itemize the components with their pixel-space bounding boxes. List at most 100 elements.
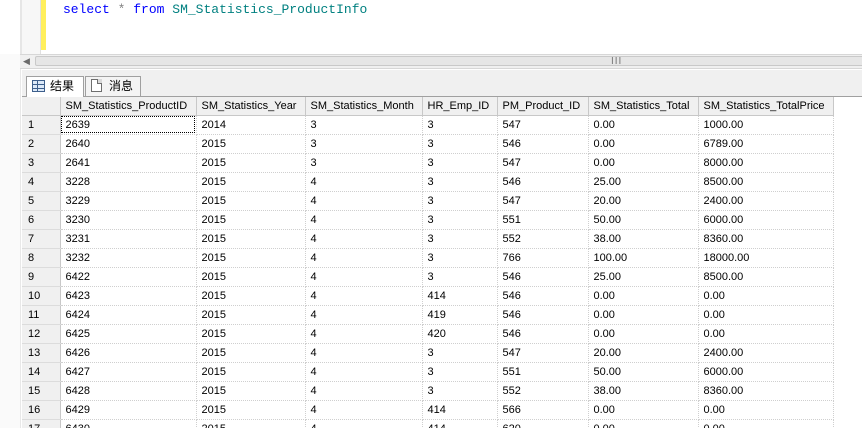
table-row[interactable]: 11 6424 2015 4 419 546 0.00 0.00 bbox=[22, 305, 834, 325]
grid-cell[interactable]: 3228 bbox=[60, 172, 197, 192]
sql-query-line[interactable]: select * from SM_Statistics_ProductInfo bbox=[63, 2, 367, 17]
grid-cell[interactable]: 2015 bbox=[196, 286, 306, 306]
grid-cell[interactable]: 0.00 bbox=[588, 400, 699, 420]
table-row[interactable]: 10 6423 2015 4 414 546 0.00 0.00 bbox=[22, 286, 834, 306]
grid-cell[interactable]: 620 bbox=[497, 419, 589, 428]
row-number[interactable]: 4 bbox=[22, 172, 61, 192]
table-row[interactable]: 176430201544146200.000.00 bbox=[22, 419, 834, 428]
grid-cell[interactable]: 6424 bbox=[60, 305, 197, 325]
row-number[interactable]: 9 bbox=[22, 267, 61, 287]
grid-cell[interactable]: 4 bbox=[305, 400, 423, 420]
grid-cell[interactable]: 547 bbox=[497, 191, 589, 211]
row-number[interactable]: 17 bbox=[22, 419, 61, 428]
grid-cell[interactable]: 2015 bbox=[196, 381, 306, 401]
grid-cell[interactable]: 551 bbox=[497, 210, 589, 230]
grid-cell[interactable]: 0.00 bbox=[588, 324, 699, 344]
grid-cell[interactable]: 414 bbox=[422, 286, 498, 306]
grid-cell[interactable]: 6789.00 bbox=[698, 134, 834, 154]
grid-cell[interactable]: 551 bbox=[497, 362, 589, 382]
row-number[interactable]: 8 bbox=[22, 248, 61, 268]
grid-cell[interactable]: 50.00 bbox=[588, 210, 699, 230]
grid-cell[interactable]: 50.00 bbox=[588, 362, 699, 382]
grid-cell[interactable]: 4 bbox=[305, 419, 423, 428]
grid-cell[interactable]: 0.00 bbox=[588, 153, 699, 173]
grid-cell[interactable]: 2014 bbox=[196, 115, 306, 135]
column-header[interactable]: SM_Statistics_TotalPrice bbox=[698, 97, 834, 116]
grid-cell[interactable]: 3 bbox=[422, 381, 498, 401]
row-number[interactable]: 6 bbox=[22, 210, 61, 230]
grid-cell[interactable]: 546 bbox=[497, 172, 589, 192]
grid-cell[interactable]: 6426 bbox=[60, 343, 197, 363]
grid-cell[interactable]: 6000.00 bbox=[698, 210, 834, 230]
grid-cell[interactable]: 0.00 bbox=[698, 400, 834, 420]
grid-cell[interactable]: 4 bbox=[305, 267, 423, 287]
grid-cell[interactable]: 0.00 bbox=[698, 305, 834, 325]
table-row[interactable]: 8 3232 2015 4 3 766 100.00 18000.00 bbox=[22, 248, 834, 268]
grid-cell[interactable]: 6427 bbox=[60, 362, 197, 382]
grid-cell[interactable]: 0.00 bbox=[588, 115, 699, 135]
row-number[interactable]: 3 bbox=[22, 153, 61, 173]
table-row[interactable]: 13 6426 2015 4 3 547 20.00 2400.00 bbox=[22, 343, 834, 363]
grid-cell[interactable]: 4 bbox=[305, 248, 423, 268]
table-row[interactable]: 12 6425 2015 4 420 546 0.00 0.00 bbox=[22, 324, 834, 344]
row-number[interactable]: 13 bbox=[22, 343, 61, 363]
grid-cell[interactable]: 2640 bbox=[60, 134, 197, 154]
row-number[interactable]: 1 bbox=[22, 115, 61, 135]
grid-cell[interactable]: 4 bbox=[305, 362, 423, 382]
grid-cell[interactable]: 8000.00 bbox=[698, 153, 834, 173]
grid-cell[interactable]: 546 bbox=[497, 134, 589, 154]
grid-cell[interactable]: 8500.00 bbox=[698, 172, 834, 192]
row-number[interactable]: 15 bbox=[22, 381, 61, 401]
grid-cell[interactable]: 4 bbox=[305, 191, 423, 211]
table-row[interactable]: 14 6427 2015 4 3 551 50.00 6000.00 bbox=[22, 362, 834, 382]
scrollbar-thumb[interactable]: III bbox=[35, 56, 862, 67]
row-number[interactable]: 2 bbox=[22, 134, 61, 154]
grid-cell[interactable]: 3 bbox=[305, 115, 423, 135]
grid-cell[interactable]: 2015 bbox=[196, 210, 306, 230]
grid-cell[interactable]: 6422 bbox=[60, 267, 197, 287]
grid-cell[interactable]: 25.00 bbox=[588, 172, 699, 192]
grid-cell[interactable]: 0.00 bbox=[698, 286, 834, 306]
column-header[interactable]: HR_Emp_ID bbox=[422, 97, 498, 116]
grid-cell[interactable]: 3231 bbox=[60, 229, 197, 249]
grid-cell[interactable]: 3 bbox=[305, 153, 423, 173]
table-row[interactable]: 3 2641 2015 3 3 547 0.00 8000.00 bbox=[22, 153, 834, 173]
grid-corner[interactable] bbox=[22, 97, 61, 116]
grid-cell[interactable]: 8360.00 bbox=[698, 229, 834, 249]
grid-cell[interactable]: 4 bbox=[305, 210, 423, 230]
grid-cell[interactable]: 2400.00 bbox=[698, 191, 834, 211]
query-editor[interactable]: select * from SM_Statistics_ProductInfo bbox=[0, 0, 862, 54]
grid-cell[interactable]: 0.00 bbox=[588, 134, 699, 154]
grid-cell[interactable]: 3 bbox=[422, 267, 498, 287]
grid-cell[interactable]: 3 bbox=[422, 210, 498, 230]
grid-cell[interactable]: 6428 bbox=[60, 381, 197, 401]
grid-cell[interactable]: 4 bbox=[305, 305, 423, 325]
grid-cell[interactable]: 566 bbox=[497, 400, 589, 420]
grid-cell[interactable]: 2015 bbox=[196, 362, 306, 382]
grid-cell[interactable]: 100.00 bbox=[588, 248, 699, 268]
grid-cell[interactable]: 4 bbox=[305, 229, 423, 249]
grid-cell[interactable]: 18000.00 bbox=[698, 248, 834, 268]
grid-cell[interactable]: 3232 bbox=[60, 248, 197, 268]
row-number[interactable]: 14 bbox=[22, 362, 61, 382]
table-row[interactable]: 5 3229 2015 4 3 547 20.00 2400.00 bbox=[22, 191, 834, 211]
table-row[interactable]: 2 2640 2015 3 3 546 0.00 6789.00 bbox=[22, 134, 834, 154]
grid-cell[interactable]: 2400.00 bbox=[698, 343, 834, 363]
grid-cell[interactable]: 2015 bbox=[196, 172, 306, 192]
grid-cell[interactable]: 4 bbox=[305, 172, 423, 192]
grid-cell[interactable]: 6425 bbox=[60, 324, 197, 344]
grid-cell[interactable]: 25.00 bbox=[588, 267, 699, 287]
table-row[interactable]: 7 3231 2015 4 3 552 38.00 8360.00 bbox=[22, 229, 834, 249]
row-number[interactable]: 11 bbox=[22, 305, 61, 325]
grid-cell[interactable]: 3 bbox=[422, 115, 498, 135]
grid-cell[interactable]: 2015 bbox=[196, 153, 306, 173]
row-number[interactable]: 16 bbox=[22, 400, 61, 420]
grid-cell[interactable]: 0.00 bbox=[588, 419, 699, 428]
grid-cell[interactable]: 2015 bbox=[196, 419, 306, 428]
grid-cell[interactable]: 8360.00 bbox=[698, 381, 834, 401]
grid-cell[interactable]: 3 bbox=[422, 343, 498, 363]
grid-cell[interactable]: 3 bbox=[422, 153, 498, 173]
grid-cell[interactable]: 8500.00 bbox=[698, 267, 834, 287]
grid-cell[interactable]: 6429 bbox=[60, 400, 197, 420]
results-grid[interactable]: SM_Statistics_ProductID SM_Statistics_Ye… bbox=[22, 97, 862, 428]
